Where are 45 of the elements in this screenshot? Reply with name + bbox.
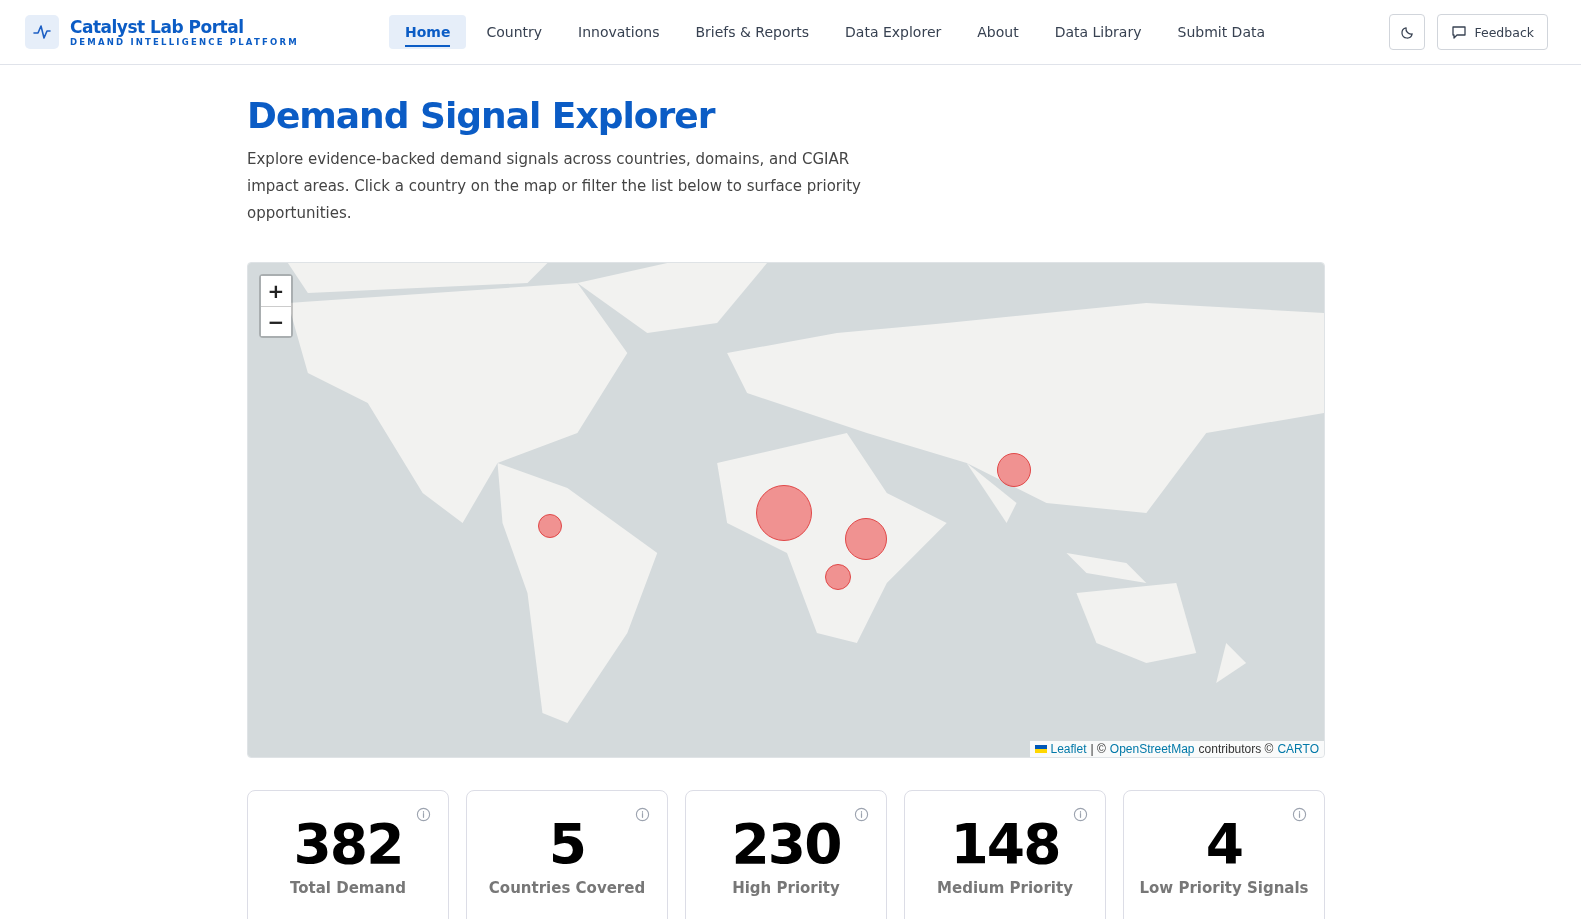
stat-label: Countries Covered	[488, 879, 646, 897]
zoom-in-button[interactable]: +	[261, 276, 291, 306]
nav-tab[interactable]: About	[961, 15, 1035, 49]
signal-marker[interactable]	[538, 514, 562, 538]
stat-value: 230	[731, 811, 841, 878]
flag-icon	[1034, 745, 1047, 753]
stat-value: 382	[293, 811, 403, 878]
nav-tab[interactable]: Briefs & Reports	[679, 15, 826, 49]
signal-marker[interactable]	[997, 453, 1031, 487]
page-title: Demand Signal Explorer	[247, 95, 717, 136]
attribution-text: contributors ©	[1198, 742, 1274, 756]
speech-bubble-icon	[1451, 24, 1468, 40]
info-icon[interactable]	[1292, 807, 1307, 822]
pulse-logo-icon	[25, 15, 59, 49]
nav-tab[interactable]: Data Explorer	[829, 15, 958, 49]
theme-toggle-button[interactable]	[1389, 14, 1426, 50]
brand-subtitle: DEMAND INTELLIGENCE PLATFORM	[70, 36, 299, 47]
attribution-link[interactable]: Leaflet	[1050, 742, 1087, 756]
nav-tab[interactable]: Innovations	[562, 15, 676, 49]
attribution-link[interactable]: CARTO	[1277, 742, 1319, 756]
nav-tab[interactable]: Submit Data	[1161, 15, 1282, 49]
stat-value: 4	[1205, 811, 1243, 878]
nav-tab[interactable]: Country	[470, 15, 559, 49]
info-icon[interactable]	[416, 807, 431, 822]
page-description: Explore evidence-backed demand signals across countries, domains, and CGIAR impact areas. Click a country on the map or filter the list below to surface priority opportunities.	[247, 149, 862, 224]
nav-tab[interactable]: Home	[389, 15, 467, 49]
stat-label: Medium Priority	[937, 879, 1073, 897]
signal-marker[interactable]	[845, 518, 887, 560]
zoom-out-button[interactable]: −	[261, 306, 291, 336]
stat-label: Low Priority Signals	[1139, 879, 1309, 897]
info-icon[interactable]	[1073, 807, 1088, 822]
info-icon[interactable]	[635, 807, 650, 822]
feedback-button[interactable]: Feedback	[1437, 14, 1548, 50]
info-icon[interactable]	[854, 807, 869, 822]
stat-label: Total Demand	[290, 879, 406, 897]
signal-marker[interactable]	[825, 564, 851, 590]
brand-title: Catalyst Lab Portal	[70, 17, 245, 37]
stat-label: High Priority	[732, 879, 840, 897]
nav-tab[interactable]: Data Library	[1038, 15, 1158, 49]
stat-value: 5	[548, 811, 586, 878]
moon-icon	[1399, 24, 1415, 40]
attribution-link[interactable]: OpenStreetMap	[1109, 742, 1195, 756]
stat-value: 148	[950, 811, 1060, 878]
attribution-text: | ©	[1090, 742, 1106, 756]
signal-marker[interactable]	[756, 485, 812, 541]
